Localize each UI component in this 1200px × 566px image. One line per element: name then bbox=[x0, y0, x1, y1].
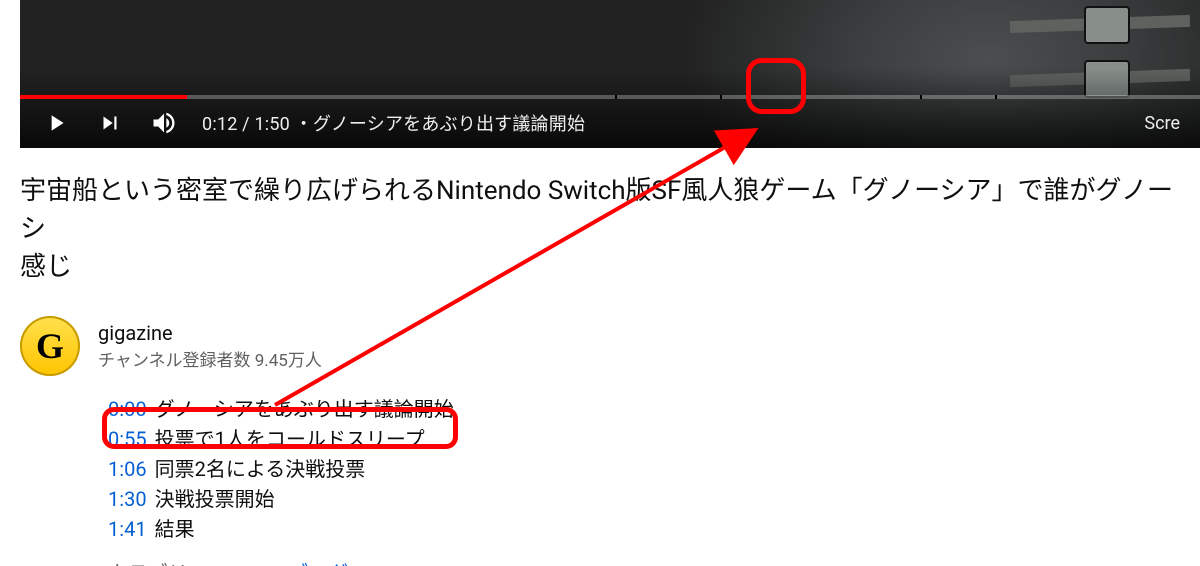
chapter-timestamp[interactable]: 1:30 bbox=[108, 484, 147, 514]
chapter-timestamp[interactable]: 1:41 bbox=[108, 514, 147, 544]
channel-subscribers: チャンネル登録者数 9.45万人 bbox=[98, 346, 322, 371]
video-player[interactable]: 0:12 / 1:50 ・グノーシアをあぶり出す議論開始 Scre bbox=[20, 0, 1200, 148]
chapter-row: 0:00 グノーシアをあぶり出す議論開始 bbox=[108, 394, 1200, 424]
chapter-row: 1:41 結果 bbox=[108, 514, 1200, 544]
channel-avatar[interactable]: G bbox=[20, 316, 80, 376]
current-chapter-label: グノーシアをあぶり出す議論開始 bbox=[313, 114, 585, 135]
channel-name[interactable]: gigazine bbox=[98, 322, 322, 344]
chapter-row: 1:30 決戦投票開始 bbox=[108, 484, 1200, 514]
play-button[interactable] bbox=[40, 107, 72, 139]
chapter-list: 0:00 グノーシアをあぶり出す議論開始 0:55 投票で1人をコールドスリープ… bbox=[108, 394, 1200, 566]
chapter-timestamp[interactable]: 0:00 bbox=[108, 394, 147, 424]
meta-category-value[interactable]: ブログ bbox=[288, 558, 348, 566]
chapter-timestamp[interactable]: 1:06 bbox=[108, 454, 147, 484]
chapter-timestamp[interactable]: 0:55 bbox=[108, 424, 147, 454]
next-button[interactable] bbox=[94, 107, 126, 139]
chapter-label: 決戦投票開始 bbox=[155, 484, 275, 514]
player-controls: 0:12 / 1:50 ・グノーシアをあぶり出す議論開始 Scre bbox=[20, 98, 1200, 148]
time-display: 0:12 / 1:50 ・グノーシアをあぶり出す議論開始 bbox=[202, 110, 585, 136]
meta-category-label: カテゴリ bbox=[108, 558, 188, 566]
meta-row: カテゴリ ブログ bbox=[108, 558, 1200, 566]
chapter-row: 0:55 投票で1人をコールドスリープ bbox=[108, 424, 1200, 454]
chapter-row: 1:06 同票2名による決戦投票 bbox=[108, 454, 1200, 484]
chapter-label: 同票2名による決戦投票 bbox=[155, 454, 366, 484]
current-time: 0:12 bbox=[202, 114, 238, 135]
chapter-label: 投票で1人をコールドスリープ bbox=[155, 424, 425, 454]
right-control-label-partial[interactable]: Scre bbox=[1144, 113, 1180, 134]
duration: 1:50 bbox=[254, 114, 290, 135]
channel-row: G gigazine チャンネル登録者数 9.45万人 bbox=[20, 316, 1200, 376]
chapter-label: 結果 bbox=[155, 514, 195, 544]
video-title: 宇宙船という密室で繰り広げられるNintendo Switch版SF風人狼ゲーム… bbox=[20, 172, 1180, 286]
chapter-label: グノーシアをあぶり出す議論開始 bbox=[155, 394, 454, 424]
volume-button[interactable] bbox=[148, 107, 180, 139]
